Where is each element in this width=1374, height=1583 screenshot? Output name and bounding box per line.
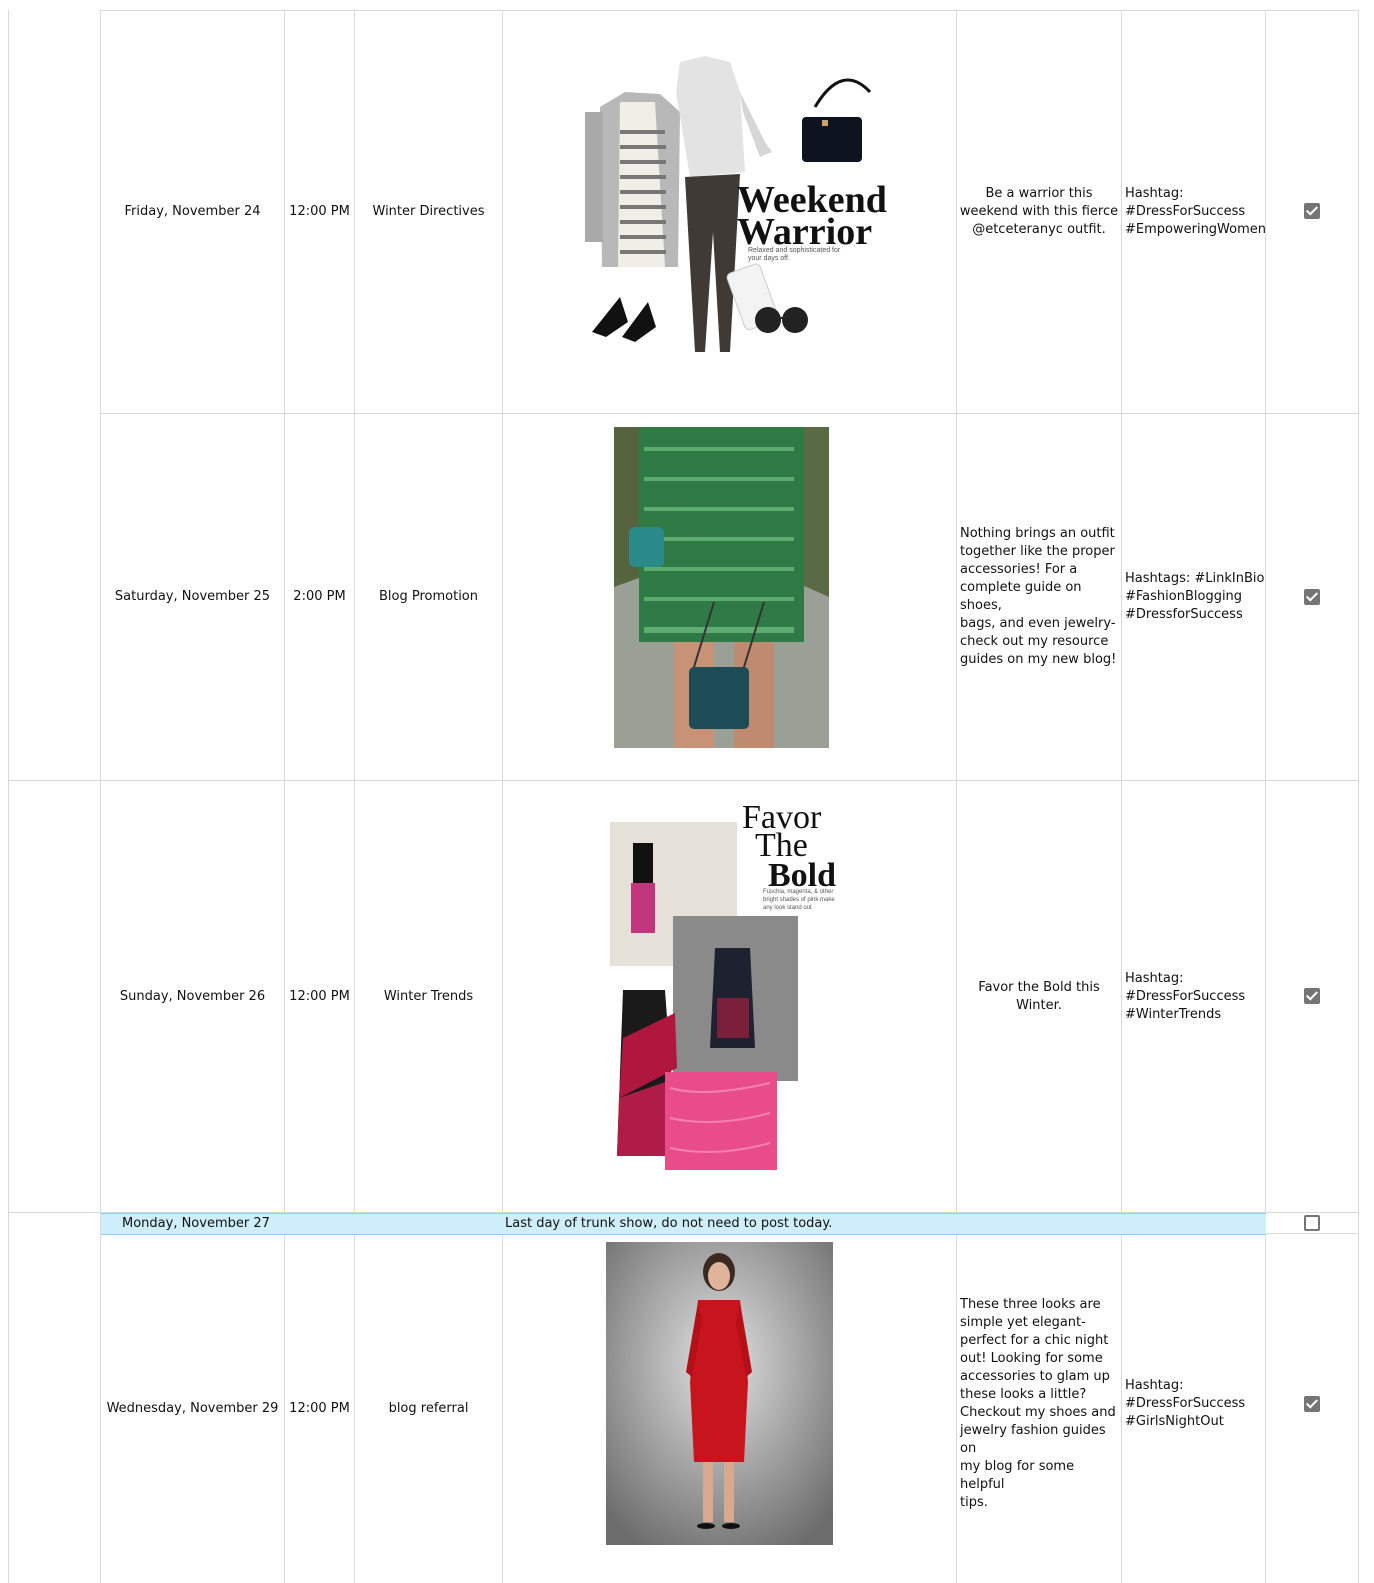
posted-checkbox[interactable] (1304, 1396, 1320, 1412)
topic-cell[interactable]: Winter Trends (355, 781, 502, 1212)
hashtag-cell[interactable]: Hashtag: #DressForSuccess #GirlsNightOut (1122, 1234, 1265, 1573)
caption-cell[interactable]: Nothing brings an outfit together like t… (957, 414, 1121, 780)
grid-line (8, 10, 9, 1583)
time-cell[interactable]: 2:00 PM (285, 414, 354, 780)
green-tweed-skirt-photo[interactable] (614, 427, 829, 748)
hashtag-cell[interactable]: Hashtags: #LinkInBio #FashionBlogging #D… (1122, 414, 1265, 780)
svg-text:Relaxed and sophisticated for: Relaxed and sophisticated for (748, 247, 841, 254)
svg-text:your days off.: your days off. (748, 255, 790, 262)
posted-checkbox[interactable] (1304, 988, 1320, 1004)
grid-line (1358, 10, 1359, 1583)
topic-cell[interactable]: Blog Promotion (355, 414, 502, 780)
posted-checkbox[interactable] (1304, 1215, 1320, 1231)
hashtag-cell[interactable]: Hashtag: #DressForSuccess #WinterTrends (1122, 781, 1265, 1212)
grid-line (502, 10, 503, 1583)
grid-line (1266, 1233, 1358, 1234)
date-cell[interactable]: Sunday, November 26 (101, 781, 284, 1212)
time-cell[interactable]: 12:00 PM (285, 11, 354, 413)
posted-checkbox[interactable] (1304, 589, 1320, 605)
grid-line (1265, 10, 1266, 1583)
date-cell[interactable]: Friday, November 24 (101, 11, 284, 413)
content-calendar-sheet: Friday, November 24 12:00 PM Winter Dire… (0, 0, 1374, 1583)
time-cell[interactable]: 12:00 PM (285, 1234, 354, 1583)
topic-cell[interactable]: blog referral (355, 1234, 502, 1583)
favor-the-bold-collage[interactable]: Favor The Bold Fuschia, magenta, & other… (605, 798, 860, 1173)
svg-text:Fuschia, magenta, & other: Fuschia, magenta, & other (763, 889, 833, 895)
date-cell: Monday, November 27 (122, 1216, 270, 1231)
time-cell[interactable]: 12:00 PM (285, 781, 354, 1212)
svg-text:any look stand out: any look stand out (763, 905, 812, 911)
hashtag-cell[interactable]: Hashtag: #DressForSuccess #EmpoweringWom… (1122, 11, 1266, 413)
weekend-warrior-collage[interactable]: Weekend Warrior Relaxed and sophisticate… (580, 52, 890, 357)
red-dress-photo[interactable] (606, 1242, 833, 1545)
caption-cell[interactable]: These three looks are simple yet elegant… (957, 1234, 1121, 1573)
note-cell: Last day of trunk show, do not need to p… (505, 1216, 833, 1231)
svg-text:bright shades of pink make: bright shades of pink make (763, 897, 835, 903)
posted-checkbox[interactable] (1304, 203, 1320, 219)
caption-cell[interactable]: Be a warrior this weekend with this fier… (957, 11, 1121, 413)
topic-cell[interactable]: Winter Directives (355, 11, 502, 413)
date-cell[interactable]: Wednesday, November 29 (101, 1234, 284, 1583)
no-post-banner-row[interactable]: Monday, November 27 Last day of trunk sh… (101, 1213, 1266, 1235)
caption-cell[interactable]: Favor the Bold this Winter. (957, 781, 1121, 1212)
date-cell[interactable]: Saturday, November 25 (101, 414, 284, 780)
